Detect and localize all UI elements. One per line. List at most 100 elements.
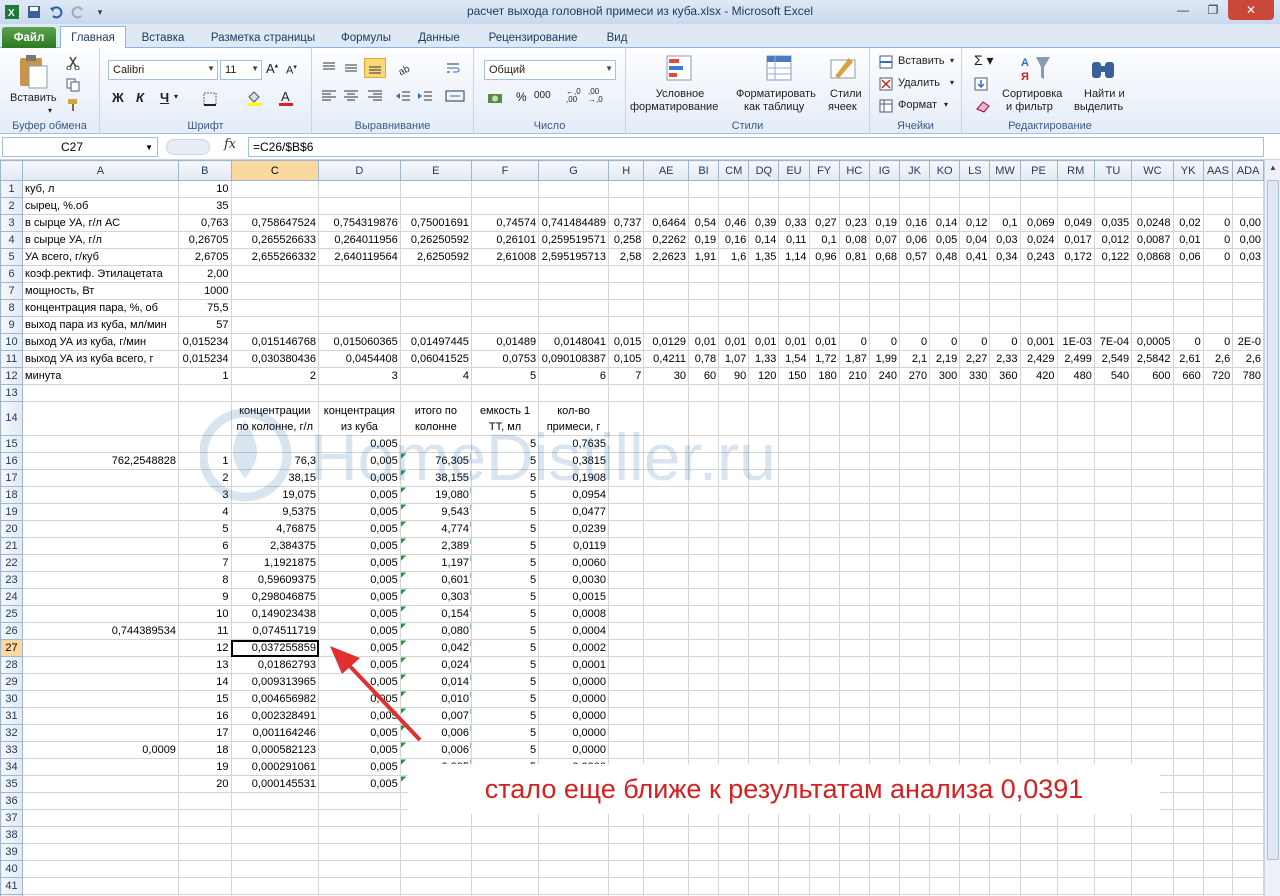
- formula-bar-divider[interactable]: [166, 139, 210, 155]
- column-header-ada[interactable]: ADA: [1232, 160, 1264, 181]
- cell[interactable]: [898, 435, 931, 453]
- column-header-cm[interactable]: CM: [718, 160, 750, 181]
- cell[interactable]: [687, 690, 720, 708]
- cell[interactable]: [929, 622, 961, 640]
- cell[interactable]: [929, 265, 961, 283]
- cell[interactable]: [718, 520, 750, 538]
- orientation-icon[interactable]: ab: [394, 58, 420, 78]
- column-header-c[interactable]: C: [230, 160, 320, 181]
- cell[interactable]: [1019, 860, 1058, 878]
- cell[interactable]: [959, 860, 991, 878]
- cell[interactable]: [1019, 673, 1058, 691]
- cell[interactable]: [643, 316, 689, 334]
- cell[interactable]: [687, 877, 720, 895]
- cell[interactable]: 0,0000: [538, 707, 609, 725]
- cell[interactable]: [399, 265, 472, 283]
- cell[interactable]: [778, 826, 810, 844]
- decrease-indent-icon[interactable]: [392, 86, 414, 106]
- cell[interactable]: 270: [898, 367, 931, 385]
- cell[interactable]: [1093, 384, 1133, 402]
- row-header[interactable]: 31: [0, 707, 24, 725]
- cell[interactable]: 2,6: [1202, 350, 1234, 368]
- cell[interactable]: 0,154: [399, 605, 472, 623]
- cell[interactable]: [538, 826, 609, 844]
- cell[interactable]: [470, 299, 540, 317]
- cell[interactable]: 2E-0: [1232, 333, 1264, 351]
- cell[interactable]: [1093, 537, 1133, 555]
- cell[interactable]: 0,015234: [177, 350, 232, 368]
- cell[interactable]: минута: [22, 367, 179, 385]
- cell[interactable]: [838, 282, 870, 300]
- cell[interactable]: [22, 571, 179, 589]
- cell[interactable]: [808, 571, 840, 589]
- cell[interactable]: [898, 622, 931, 640]
- cell[interactable]: 7: [607, 367, 645, 385]
- cell[interactable]: [929, 435, 961, 453]
- cell[interactable]: [1056, 605, 1095, 623]
- cell[interactable]: [1056, 503, 1095, 521]
- cell[interactable]: [1093, 486, 1133, 504]
- column-header-ko[interactable]: KO: [929, 160, 961, 181]
- cell[interactable]: [838, 554, 870, 572]
- cell[interactable]: [1232, 486, 1264, 504]
- cell[interactable]: [1019, 486, 1058, 504]
- cell[interactable]: 0,000291061: [230, 758, 320, 776]
- cell[interactable]: [22, 758, 179, 776]
- cell[interactable]: [1232, 656, 1264, 674]
- cell[interactable]: [1232, 571, 1264, 589]
- cell[interactable]: [1019, 520, 1058, 538]
- cell[interactable]: [1202, 537, 1234, 555]
- cell[interactable]: 2: [177, 469, 232, 487]
- cell[interactable]: 9: [177, 588, 232, 606]
- cell[interactable]: 5: [470, 690, 540, 708]
- tab-data[interactable]: Данные: [406, 27, 472, 48]
- cell[interactable]: 60: [687, 367, 720, 385]
- cell[interactable]: 120: [748, 367, 780, 385]
- cell[interactable]: [929, 180, 961, 198]
- cell[interactable]: 0,005: [318, 622, 401, 640]
- cell[interactable]: [399, 843, 472, 861]
- cell[interactable]: 2,655266332: [230, 248, 320, 266]
- cell[interactable]: [778, 197, 810, 215]
- cell[interactable]: [1202, 860, 1234, 878]
- font-color-icon[interactable]: A: [276, 88, 296, 108]
- cell[interactable]: [718, 571, 750, 589]
- format-as-table-label2[interactable]: как таблицу: [744, 101, 804, 113]
- cell[interactable]: [929, 503, 961, 521]
- cell[interactable]: [1019, 724, 1058, 742]
- cell[interactable]: 0,0060: [538, 554, 609, 572]
- cell[interactable]: 0,74574: [470, 214, 540, 232]
- cell[interactable]: [1232, 775, 1264, 793]
- cell[interactable]: 5: [177, 520, 232, 538]
- column-header-eu[interactable]: EU: [778, 160, 810, 181]
- cell[interactable]: [778, 860, 810, 878]
- row-header[interactable]: 30: [0, 690, 24, 708]
- cell[interactable]: 90: [718, 367, 750, 385]
- cell[interactable]: [687, 520, 720, 538]
- cell[interactable]: [748, 554, 780, 572]
- cell[interactable]: 5: [470, 520, 540, 538]
- cell[interactable]: [748, 435, 780, 453]
- row-header[interactable]: 29: [0, 673, 24, 691]
- cell[interactable]: [1019, 401, 1058, 436]
- cell[interactable]: 0,00: [1232, 231, 1264, 249]
- cell[interactable]: [989, 316, 1021, 334]
- cell[interactable]: [643, 741, 689, 759]
- cell[interactable]: [607, 554, 645, 572]
- cell[interactable]: [399, 860, 472, 878]
- cell[interactable]: концентрации по колонне, г/л: [230, 401, 320, 436]
- cell[interactable]: [838, 503, 870, 521]
- cell[interactable]: [898, 877, 931, 895]
- cell[interactable]: [1093, 503, 1133, 521]
- cell[interactable]: [778, 707, 810, 725]
- cell[interactable]: [177, 792, 232, 810]
- cell[interactable]: 17: [177, 724, 232, 742]
- cell[interactable]: [959, 554, 991, 572]
- cell[interactable]: [607, 690, 645, 708]
- cell[interactable]: 0,754319876: [318, 214, 401, 232]
- cell[interactable]: 0,06: [1172, 248, 1204, 266]
- cell[interactable]: [1172, 860, 1204, 878]
- cell[interactable]: 5: [470, 554, 540, 572]
- cell[interactable]: 0,172: [1056, 248, 1095, 266]
- insert-function-icon[interactable]: fx: [224, 137, 236, 152]
